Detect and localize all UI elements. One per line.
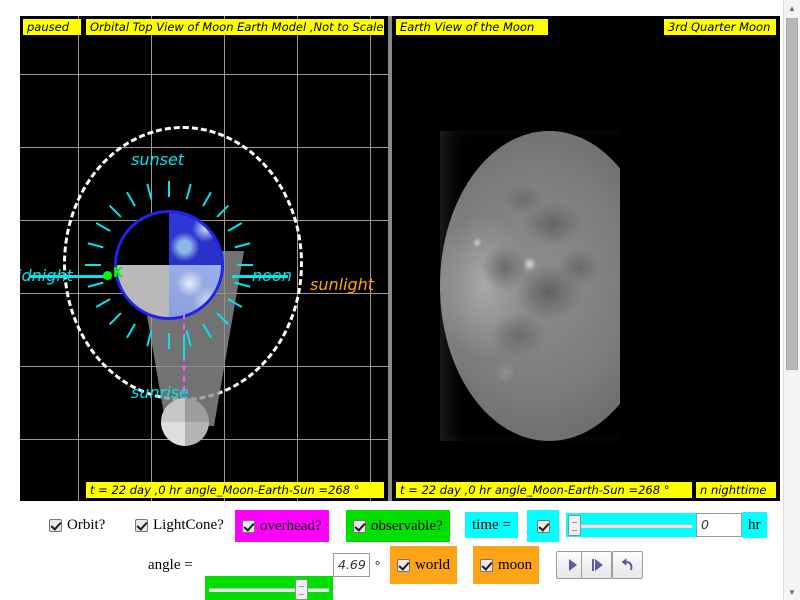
nighttime-note: n nighttime xyxy=(696,482,776,498)
moon-in-orbit xyxy=(161,398,209,446)
moon-direction-stub xyxy=(183,336,185,358)
scrollbar-thumb[interactable] xyxy=(786,18,798,370)
time-unit-label: hr xyxy=(742,512,767,538)
observable-checkbox-group[interactable]: observable? xyxy=(346,510,450,542)
moon-phase-label: 3rd Quarter Moon xyxy=(664,19,776,35)
moon-phase-image xyxy=(440,131,620,441)
observer-ray xyxy=(237,264,253,266)
observer-ray xyxy=(85,264,101,266)
play-icon xyxy=(568,559,577,571)
time-value-field[interactable]: 0 xyxy=(696,513,742,537)
moon-checkbox-group[interactable]: moon xyxy=(473,546,540,584)
angle-label: angle = xyxy=(148,557,193,573)
time-label: time = xyxy=(465,512,518,538)
moon-checkbox[interactable] xyxy=(480,558,493,572)
label-sunlight: sunlight xyxy=(310,275,375,294)
observable-checkbox[interactable] xyxy=(353,519,366,533)
left-panel-title: Orbital Top View of Moon Earth Model ,No… xyxy=(86,19,384,35)
overhead-checkbox[interactable] xyxy=(242,519,255,533)
observable-label: observable? xyxy=(371,517,443,534)
right-panel-footer: t = 22 day ,0 hr angle_Moon-Earth-Sun =2… xyxy=(396,482,692,498)
overhead-checkbox-group[interactable]: overhead? xyxy=(235,510,329,542)
step-button[interactable] xyxy=(581,551,612,579)
orbit-checkbox[interactable] xyxy=(49,518,62,532)
time-animate-checkbox-group[interactable] xyxy=(527,510,559,542)
time-animate-checkbox[interactable] xyxy=(536,519,550,533)
observer-marker-label: K xyxy=(113,266,124,281)
observer-ray xyxy=(168,181,170,197)
time-slider[interactable] xyxy=(566,513,696,537)
earth-view-panel[interactable]: Earth View of the Moon 3rd Quarter Moon … xyxy=(392,16,780,501)
time-slider-thumb[interactable] xyxy=(568,515,581,536)
vertical-scrollbar[interactable]: ▲ ▼ xyxy=(783,0,800,600)
earth-body xyxy=(85,181,253,349)
lightcone-checkbox-group[interactable]: LightCone? xyxy=(128,512,231,538)
status-paused-label: paused xyxy=(23,19,81,35)
scroll-down-arrow[interactable]: ▼ xyxy=(784,584,800,600)
angle-slider[interactable] xyxy=(205,576,333,600)
reset-button[interactable] xyxy=(612,551,643,579)
left-panel-footer: t = 22 day ,0 hr angle_Moon-Earth-Sun =2… xyxy=(86,482,384,498)
world-checkbox[interactable] xyxy=(397,558,410,572)
angle-slider-thumb[interactable] xyxy=(295,579,308,600)
right-panel-title: Earth View of the Moon xyxy=(396,19,548,35)
label-sunrise: sunrise xyxy=(131,383,189,402)
observer-ray xyxy=(168,333,170,349)
step-forward-icon xyxy=(591,559,603,571)
simulation-window: K sunset sunrise idnight noon sunlight p… xyxy=(0,0,800,600)
world-checkbox-group[interactable]: world xyxy=(390,546,457,584)
overhead-label: overhead? xyxy=(260,517,322,534)
orbital-top-view-panel[interactable]: K sunset sunrise idnight noon sunlight p… xyxy=(20,16,388,501)
label-midnight: idnight xyxy=(20,266,73,285)
scroll-up-arrow[interactable]: ▲ xyxy=(784,0,800,16)
label-sunset: sunset xyxy=(131,150,185,169)
lightcone-checkbox[interactable] xyxy=(135,518,148,532)
moon-label: moon xyxy=(498,556,533,573)
label-noon: noon xyxy=(252,266,292,285)
lightcone-label: LightCone? xyxy=(153,516,224,533)
observer-marker-dot xyxy=(103,271,112,280)
orbit-checkbox-group[interactable]: Orbit? xyxy=(42,512,112,538)
world-label: world xyxy=(415,556,450,573)
reset-icon xyxy=(621,558,632,570)
angle-unit-label: ° xyxy=(375,557,381,572)
earth-disc xyxy=(117,213,221,317)
orbit-label: Orbit? xyxy=(67,516,106,533)
simulation-canvas[interactable]: K sunset sunrise idnight noon sunlight p… xyxy=(20,16,780,501)
control-panel: Orbit? LightCone? overhead? observable? … xyxy=(0,502,788,600)
angle-value-field[interactable]: 4.69 xyxy=(333,553,370,577)
